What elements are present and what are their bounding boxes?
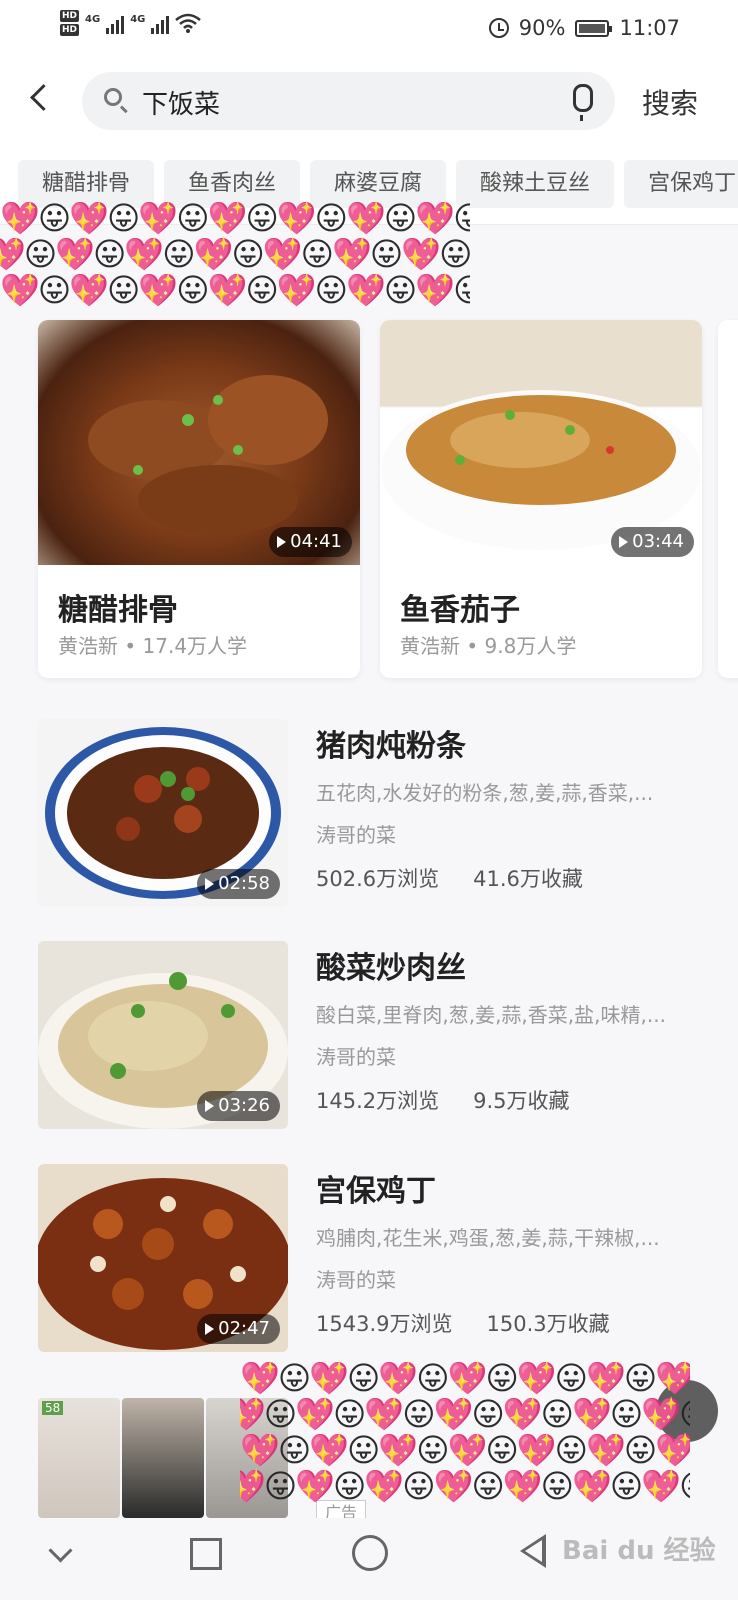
favorite-count: 41.6万收藏: [473, 867, 583, 891]
system-nav-bar: Bai du 经验: [0, 1518, 738, 1600]
duration-badge: 03:26: [197, 1091, 280, 1121]
list-item[interactable]: 03:26 酸菜炒肉丝 酸白菜,里脊肉,葱,姜,蒜,香菜,盐,味精,... 涛哥…: [38, 941, 718, 1131]
play-icon: [205, 878, 215, 890]
signal-icon: [151, 12, 170, 34]
recipe-image: 03:44: [380, 320, 702, 565]
card-meta: 黄浩新 • 9.8万人学: [400, 634, 577, 658]
alarm-icon: [488, 18, 509, 38]
home-button[interactable]: [352, 1535, 388, 1571]
view-count: 1543.9万浏览: [316, 1312, 453, 1336]
recipe-ingredients: 五花肉,水发好的粉条,葱,姜,蒜,香菜,...: [316, 781, 654, 805]
play-icon: [205, 1323, 215, 1335]
chip[interactable]: 宫保鸡丁: [624, 160, 738, 208]
collapse-icon[interactable]: [48, 1538, 73, 1563]
ad-image: 58: [38, 1398, 120, 1518]
ad-image: [122, 1398, 204, 1518]
search-header: 搜索: [0, 58, 738, 145]
duration-badge: 02:47: [197, 1314, 280, 1344]
network-type: 4G: [85, 14, 101, 25]
back-button[interactable]: [520, 1534, 546, 1568]
list-item[interactable]: 02:58 猪肉炖粉条 五花肉,水发好的粉条,葱,姜,蒜,香菜,... 涛哥的菜…: [38, 719, 718, 909]
recipe-card[interactable]: 03:44 鱼香茄子 黄浩新 • 9.8万人学: [380, 320, 702, 678]
emoji-row: 💖😛💖😛💖😛💖😛💖😛💖😛💖😛💖: [240, 1467, 690, 1505]
recipe-title: 宫保鸡丁: [316, 1174, 436, 1209]
microphone-icon[interactable]: [573, 84, 593, 121]
status-bar: HD HD 4G 4G 90% 11:07: [0, 0, 738, 58]
duration-text: 02:47: [218, 1318, 270, 1339]
view-count: 145.2万浏览: [316, 1089, 440, 1113]
battery-percent: 90%: [518, 16, 566, 40]
recipe-author: 涛哥的菜: [316, 823, 396, 847]
play-icon: [205, 1100, 215, 1112]
recipe-title: 猪肉炖粉条: [316, 729, 466, 764]
emoji-row: 💖😛💖😛💖😛💖😛💖😛💖😛💖😛💖: [0, 200, 470, 237]
recipe-ingredients: 鸡脯肉,花生米,鸡蛋,葱,姜,蒜,干辣椒,...: [316, 1226, 660, 1250]
battery-icon: [575, 19, 613, 37]
recipe-stats: 1543.9万浏览 150.3万收藏: [316, 1308, 610, 1338]
search-icon: [104, 88, 122, 106]
recipe-title: 酸菜炒肉丝: [316, 951, 466, 986]
card-title: 鱼香茄子: [400, 593, 520, 628]
recipe-card-partial[interactable]: [718, 320, 738, 678]
emoji-row: 💖😛💖😛💖😛💖😛💖😛💖😛💖😛💖: [0, 235, 470, 273]
duration-text: 03:26: [218, 1095, 270, 1116]
recipe-thumbnail: 03:26: [38, 941, 288, 1129]
recipe-stats: 502.6万浏览 41.6万收藏: [316, 863, 583, 893]
recipe-stats: 145.2万浏览 9.5万收藏: [316, 1085, 570, 1115]
duration-text: 04:41: [290, 531, 342, 552]
recipe-author: 涛哥的菜: [316, 1268, 396, 1292]
clock: 11:07: [619, 16, 680, 40]
hd-icon: HD: [60, 10, 80, 22]
play-icon: [277, 536, 287, 548]
search-box[interactable]: [82, 72, 615, 130]
duration-text: 02:58: [218, 873, 270, 894]
play-icon: [619, 536, 629, 548]
hd-icon: HD: [60, 24, 80, 36]
recents-button[interactable]: [190, 1538, 222, 1570]
wifi-icon: [175, 13, 202, 33]
duration-badge: 03:44: [611, 527, 694, 557]
emoji-sticker-overlay: 💖😛💖😛💖😛💖😛💖😛💖😛💖😛💖 💖😛💖😛💖😛💖😛💖😛💖😛💖😛💖 💖😛💖😛💖😛💖😛…: [0, 200, 470, 330]
recipe-thumbnail: 02:47: [38, 1164, 288, 1352]
recipe-card[interactable]: 04:41 糖醋排骨 黄浩新 • 17.4万人学: [38, 320, 360, 678]
search-input[interactable]: [140, 81, 544, 123]
chip[interactable]: 酸辣土豆丝: [456, 160, 615, 208]
duration-badge: 04:41: [269, 527, 352, 557]
emoji-row: 💖😛💖😛💖😛💖😛💖😛💖😛💖😛💖: [240, 1431, 690, 1469]
network-type: 4G: [130, 14, 146, 25]
baidu-watermark: Bai du 经验: [562, 1536, 716, 1566]
hd-indicator: HD HD: [60, 10, 80, 36]
search-button[interactable]: 搜索: [642, 82, 698, 122]
duration-text: 03:44: [632, 531, 684, 552]
recipe-thumbnail: 02:58: [38, 719, 288, 907]
emoji-row: 💖😛💖😛💖😛💖😛💖😛💖😛💖😛💖: [240, 1360, 690, 1397]
favorite-count: 9.5万收藏: [473, 1089, 570, 1113]
emoji-row: 💖😛💖😛💖😛💖😛💖😛💖😛💖😛💖: [240, 1395, 690, 1433]
view-count: 502.6万浏览: [316, 867, 440, 891]
status-left: HD HD 4G 4G: [60, 10, 202, 36]
card-title: 糖醋排骨: [58, 593, 178, 628]
card-meta: 黄浩新 • 17.4万人学: [58, 634, 248, 658]
signal-icon: [106, 12, 125, 34]
list-item[interactable]: 02:47 宫保鸡丁 鸡脯肉,花生米,鸡蛋,葱,姜,蒜,干辣椒,... 涛哥的菜…: [38, 1164, 718, 1354]
emoji-sticker-overlay: 💖😛💖😛💖😛💖😛💖😛💖😛💖😛💖 💖😛💖😛💖😛💖😛💖😛💖😛💖😛💖 💖😛💖😛💖😛💖😛…: [240, 1360, 690, 1510]
recipe-author: 涛哥的菜: [316, 1045, 396, 1069]
favorite-count: 150.3万收藏: [486, 1312, 610, 1336]
recipe-ingredients: 酸白菜,里脊肉,葱,姜,蒜,香菜,盐,味精,...: [316, 1003, 666, 1027]
emoji-row: 💖😛💖😛💖😛💖😛💖😛💖😛💖😛💖: [0, 271, 470, 309]
duration-badge: 02:58: [197, 869, 280, 899]
recipe-image: 04:41: [38, 320, 360, 565]
back-arrow-icon[interactable]: [30, 84, 57, 111]
ad-logo: 58: [42, 1401, 64, 1415]
status-right: 90% 11:07: [488, 16, 680, 40]
